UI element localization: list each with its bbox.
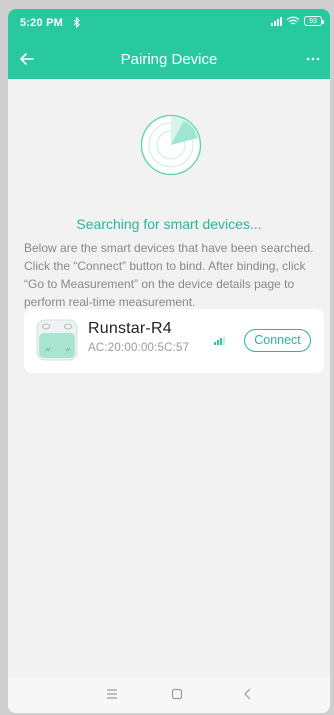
nav-bar: Pairing Device xyxy=(8,42,330,76)
chevron-left-icon[interactable] xyxy=(240,686,256,702)
device-name: Runstar-R4 xyxy=(88,320,172,337)
device-card[interactable]: Runstar-R4 AC:20:00:00:5C:57 Connect xyxy=(24,309,324,373)
device-signal-icon xyxy=(214,337,225,345)
status-bar: 5:20 PM 93 xyxy=(8,9,330,35)
more-horizontal-icon[interactable] xyxy=(304,50,322,68)
search-status: Searching for smart devices... xyxy=(76,216,262,232)
wifi-icon xyxy=(286,16,300,25)
device-mac-address: AC:20:00:00:5C:57 xyxy=(88,342,190,354)
cell-signal-icon xyxy=(271,16,282,26)
bluetooth-icon xyxy=(73,16,81,31)
battery-icon: 93 xyxy=(304,16,324,26)
radar-scan-icon xyxy=(140,114,202,176)
page-title: Pairing Device xyxy=(120,51,218,68)
status-indicators: 93 xyxy=(271,16,324,26)
system-nav-bar xyxy=(8,678,330,713)
status-time: 5:20 PM xyxy=(20,17,63,29)
phone-screen: 5:20 PM 93 Pairing Device Searching for … xyxy=(8,9,330,713)
home-square-icon[interactable] xyxy=(169,686,185,702)
search-description: Below are the smart devices that have be… xyxy=(24,241,314,309)
app-header: 5:20 PM 93 Pairing Device xyxy=(8,9,330,79)
smart-scale-icon xyxy=(36,319,78,361)
menu-icon[interactable] xyxy=(104,686,120,702)
connect-button[interactable]: Connect xyxy=(244,329,311,352)
